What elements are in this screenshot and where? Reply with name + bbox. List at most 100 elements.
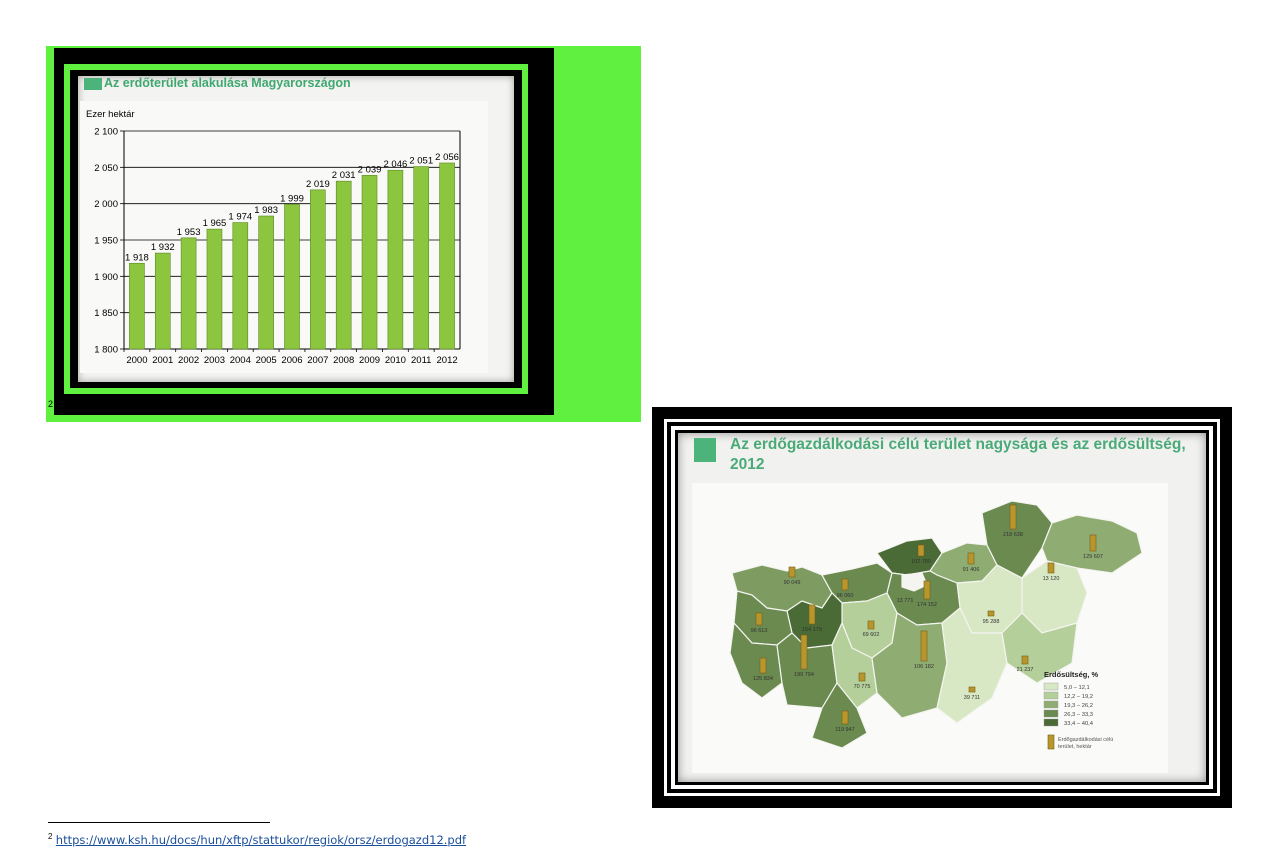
- county-bar-symbol: [867, 620, 875, 630]
- map-title-line1: Az erdőgazdálkodási célú terület nagyság…: [730, 436, 1186, 453]
- x-tick-label: 2006: [281, 355, 302, 366]
- title-square-icon: [84, 78, 102, 90]
- data-label: 2 031: [332, 170, 356, 181]
- data-label: 2 039: [358, 164, 382, 175]
- legend-class-label: 26,3 – 33,3: [1064, 712, 1093, 718]
- legend-swatch: [1043, 718, 1059, 727]
- footnote: 2 https://www.ksh.hu/docs/hun/xftp/statt…: [48, 832, 466, 847]
- county-value-label: 119 947: [835, 727, 854, 733]
- county-bar-symbol: [1047, 562, 1055, 574]
- county-bar-symbol: [800, 634, 808, 670]
- forest-area-chart-figure: Az erdőterület alakulása Magyarországon …: [46, 46, 641, 422]
- x-tick-label: 2004: [230, 355, 251, 366]
- x-tick-label: 2010: [385, 355, 406, 366]
- county-value-label: 13 771: [897, 598, 914, 604]
- county-value-label: 174 152: [917, 602, 937, 608]
- map-legend: Erdősültség, % 5,0 – 12,1 12,2 – 19,2 19,3…: [1043, 670, 1113, 750]
- x-tick-label: 2003: [204, 355, 225, 366]
- bar: [361, 175, 378, 350]
- footnote-number: 2: [48, 832, 53, 841]
- county-value-label: 106 182: [914, 664, 934, 670]
- county-value-label: 96 060: [837, 593, 854, 599]
- x-tick-label: 2011: [411, 355, 431, 366]
- y-tick-label: 1 950: [94, 236, 118, 247]
- chart-area: Ezer hektár 1 800 1 850 1 900 1 950 2 000 2 05…: [80, 101, 488, 373]
- county-value-label: 91 406: [963, 567, 980, 573]
- legend-class-label: 5,0 – 12,1: [1064, 685, 1090, 691]
- legend-symbol-label-1: Erdőgazdálkodási célú: [1058, 737, 1113, 743]
- bar: [232, 222, 249, 350]
- map-area: Erdősültség, % 5,0 – 12,1 12,2 – 19,2 19,3…: [692, 483, 1168, 773]
- y-tick-label: 2 100: [94, 127, 118, 138]
- x-tick-label: 2009: [359, 355, 380, 366]
- county-bar-symbol: [917, 544, 925, 557]
- y-tick-label: 1 850: [94, 308, 118, 319]
- county-value-label: 95 288: [983, 619, 1000, 625]
- chart-title: Az erdőterület alakulása Magyarországon: [104, 76, 351, 90]
- data-label: 1 965: [203, 218, 227, 229]
- data-label: 2 056: [435, 152, 459, 163]
- county-bar-symbol: [920, 630, 928, 662]
- footnote-link[interactable]: https://www.ksh.hu/docs/hun/xftp/stattuk…: [56, 833, 466, 847]
- bar: [387, 169, 404, 350]
- legend-symbol-label-2: terület, hektár: [1058, 744, 1092, 750]
- y-tick-label: 2 000: [94, 199, 118, 210]
- county-value-label: 129 607: [1083, 554, 1103, 560]
- county-bar-symbol: [841, 578, 849, 591]
- data-label: 2 019: [306, 179, 330, 190]
- forest-map-figure: Az erdőgazdálkodási célú terület nagyság…: [652, 407, 1232, 808]
- bar: [310, 189, 326, 350]
- county-value-label: 102 780: [911, 559, 931, 565]
- county-bar-symbol: [759, 657, 767, 674]
- data-label: 1 932: [151, 242, 175, 253]
- county-bar-symbol: [1089, 534, 1097, 552]
- x-tick-label: 2007: [307, 355, 328, 366]
- county-bar-symbol: [841, 710, 849, 725]
- x-tick-label: 2000: [126, 355, 147, 366]
- county-bar-symbol: [858, 672, 866, 682]
- map-panel: Az erdőgazdálkodási célú terület nagyság…: [678, 433, 1206, 782]
- county-bar-symbol: [1009, 504, 1017, 530]
- map-title-line2: 2012: [730, 456, 765, 473]
- county-value-label: 69 602: [863, 632, 880, 638]
- data-label: 1 983: [254, 205, 278, 216]
- bar: [439, 162, 455, 350]
- title-square-icon: [694, 438, 716, 462]
- county-bar-symbol: [1021, 655, 1029, 665]
- county-value-label: 70 775: [854, 684, 871, 690]
- county-value-label: 96 613: [751, 628, 768, 634]
- footnote-separator: [48, 822, 270, 823]
- legend-class-label: 33,4 – 40,4: [1064, 721, 1094, 727]
- county-value-label: 218 638: [1003, 532, 1023, 538]
- x-tick-label: 2008: [333, 355, 354, 366]
- data-label: 2 051: [409, 156, 433, 167]
- legend-swatch: [1043, 691, 1059, 700]
- data-label: 1 999: [280, 193, 304, 204]
- x-tick-label: 2012: [437, 355, 458, 366]
- y-tick-label: 1 900: [94, 272, 118, 283]
- footnote-marker: 2: [48, 399, 54, 409]
- bar: [154, 252, 171, 350]
- legend-class-label: 12,2 – 19,2: [1064, 694, 1093, 700]
- county-value-label: 90 049: [784, 580, 801, 586]
- legend-bar-symbol: [1047, 734, 1055, 750]
- legend-title: Erdősültség, %: [1044, 670, 1099, 679]
- county-bar-symbol: [755, 612, 763, 626]
- legend-swatch: [1043, 700, 1059, 709]
- x-tick-label: 2001: [152, 355, 173, 366]
- county-value-label: 13 120: [1043, 576, 1060, 582]
- y-tick-label: 2 050: [94, 163, 118, 174]
- data-label: 2 046: [383, 159, 407, 170]
- bar: [258, 215, 274, 350]
- county-bar-symbol: [808, 604, 816, 625]
- bar: [413, 166, 430, 350]
- x-tick-label: 2002: [178, 355, 199, 366]
- county-value-label: 164 179: [802, 627, 822, 633]
- bar: [335, 180, 352, 350]
- hungary-map-svg: Erdősültség, % 5,0 – 12,1 12,2 – 19,2 19,3…: [729, 500, 1143, 750]
- legend-swatch: [1043, 709, 1059, 718]
- bar-chart-svg: Ezer hektár 1 800 1 850 1 900 1 950 2 000 2 05…: [86, 109, 461, 366]
- county-bar-symbol: [788, 566, 796, 578]
- data-label: 1 974: [228, 212, 252, 223]
- county-bar-symbol: [967, 552, 975, 565]
